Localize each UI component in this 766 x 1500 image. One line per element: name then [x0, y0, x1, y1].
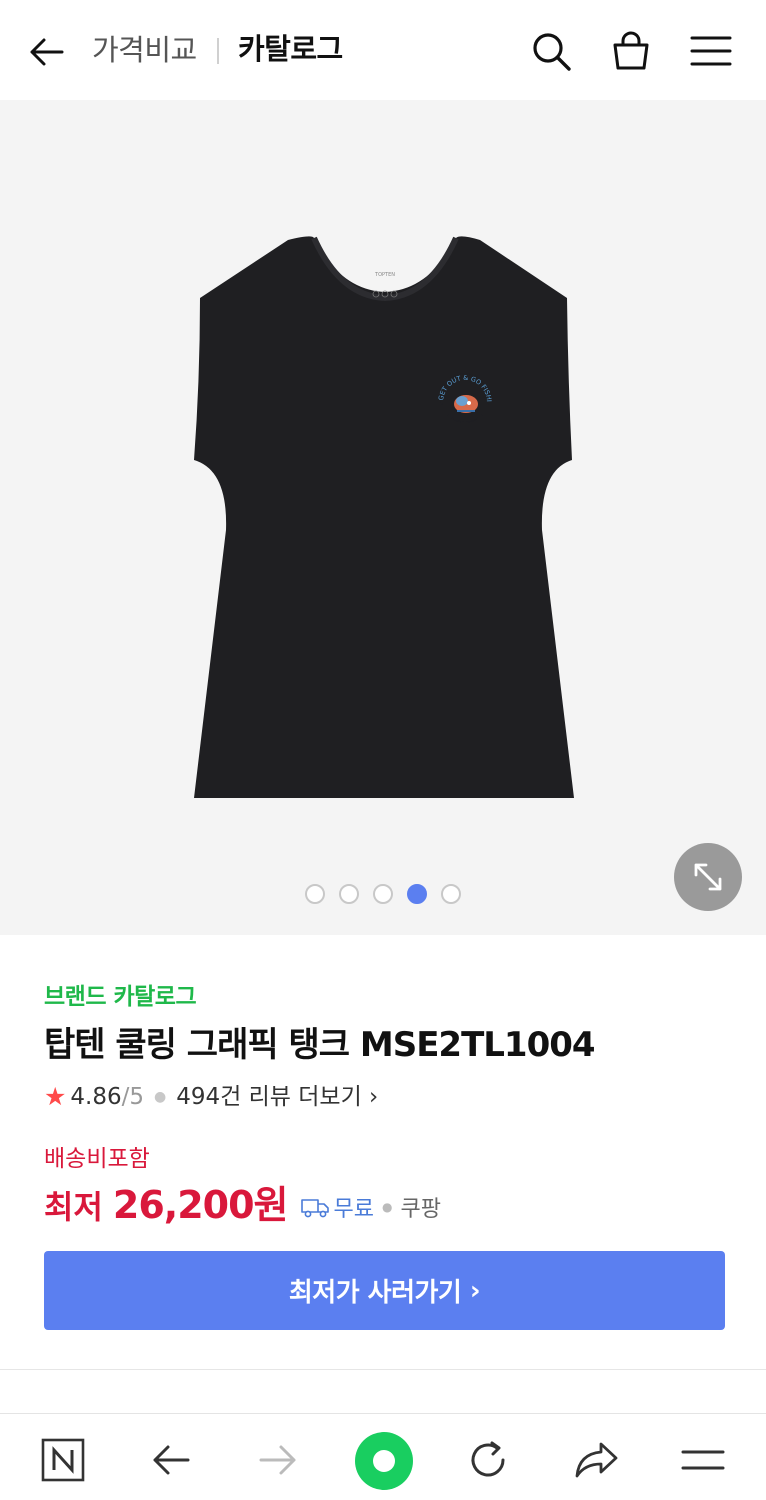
- refresh-icon[interactable]: [460, 1432, 516, 1488]
- chevron-right-icon: ›: [369, 1084, 379, 1110]
- browser-bottom-nav: [0, 1413, 766, 1500]
- buy-lowest-price-button[interactable]: 최저가 사러가기 ›: [44, 1251, 725, 1330]
- lowest-price-value: 26,200원: [112, 1183, 289, 1227]
- product-image-tank-top: TOPTEN GET OUT & GO FISHING: [194, 236, 574, 798]
- star-icon: ★: [44, 1082, 67, 1111]
- breadcrumb-price-compare[interactable]: 가격비교: [92, 30, 197, 70]
- top-header: 가격비교 카탈로그: [0, 0, 766, 100]
- price-row: 최저 26,200원 무료 ● 쿠팡: [44, 1174, 441, 1229]
- menu-icon[interactable]: [675, 1432, 731, 1488]
- shopping-bag-icon[interactable]: [606, 26, 656, 76]
- review-more-link[interactable]: 494건 리뷰 더보기 ›: [176, 1080, 378, 1114]
- forward-arrow-icon[interactable]: [250, 1432, 306, 1488]
- shop-name: 쿠팡: [400, 1197, 441, 1222]
- delivery-included-label: 배송비포함: [44, 1146, 150, 1172]
- product-title: 탑텐 쿨링 그래픽 탱크 MSE2TL1004: [44, 1025, 596, 1065]
- menu-icon[interactable]: [686, 26, 736, 76]
- page-title: 카탈로그: [238, 32, 343, 66]
- pagination-dot[interactable]: [373, 884, 393, 904]
- gallery-pagination: [0, 884, 766, 904]
- share-icon[interactable]: [568, 1432, 624, 1488]
- pagination-dot[interactable]: [305, 884, 325, 904]
- pagination-dot-active[interactable]: [407, 884, 427, 904]
- zoom-expand-button[interactable]: [674, 843, 742, 911]
- cta-label: 최저가 사러가기: [288, 1278, 462, 1308]
- separator-dot: ●: [154, 1089, 167, 1105]
- rating-max: /5: [121, 1084, 145, 1110]
- svg-text:TOPTEN: TOPTEN: [374, 272, 395, 278]
- truck-icon: [300, 1199, 329, 1218]
- back-arrow-icon[interactable]: [143, 1432, 199, 1488]
- breadcrumb-divider: [217, 38, 219, 64]
- naver-home-icon[interactable]: [35, 1432, 91, 1488]
- chevron-right-icon: ›: [469, 1275, 481, 1306]
- section-divider: [0, 1369, 766, 1370]
- shipping-fee: 무료: [333, 1197, 374, 1222]
- shipping-info: 무료 ● 쿠팡: [300, 1191, 441, 1223]
- separator-dot: ●: [381, 1200, 393, 1214]
- green-dot-home-button[interactable]: [354, 1431, 414, 1491]
- brand-catalog-label[interactable]: 브랜드 카탈로그: [44, 977, 197, 1011]
- expand-icon: [694, 863, 722, 891]
- product-image-gallery[interactable]: TOPTEN GET OUT & GO FISHING: [0, 100, 766, 935]
- pagination-dot[interactable]: [339, 884, 359, 904]
- pagination-dot[interactable]: [441, 884, 461, 904]
- back-arrow-icon[interactable]: [22, 28, 70, 76]
- rating-row: ★ 4.86 /5 ● 494건 리뷰 더보기 ›: [44, 1080, 378, 1114]
- search-icon[interactable]: [526, 26, 576, 76]
- lowest-price-label: 최저: [44, 1188, 103, 1226]
- rating-score: 4.86: [70, 1084, 122, 1110]
